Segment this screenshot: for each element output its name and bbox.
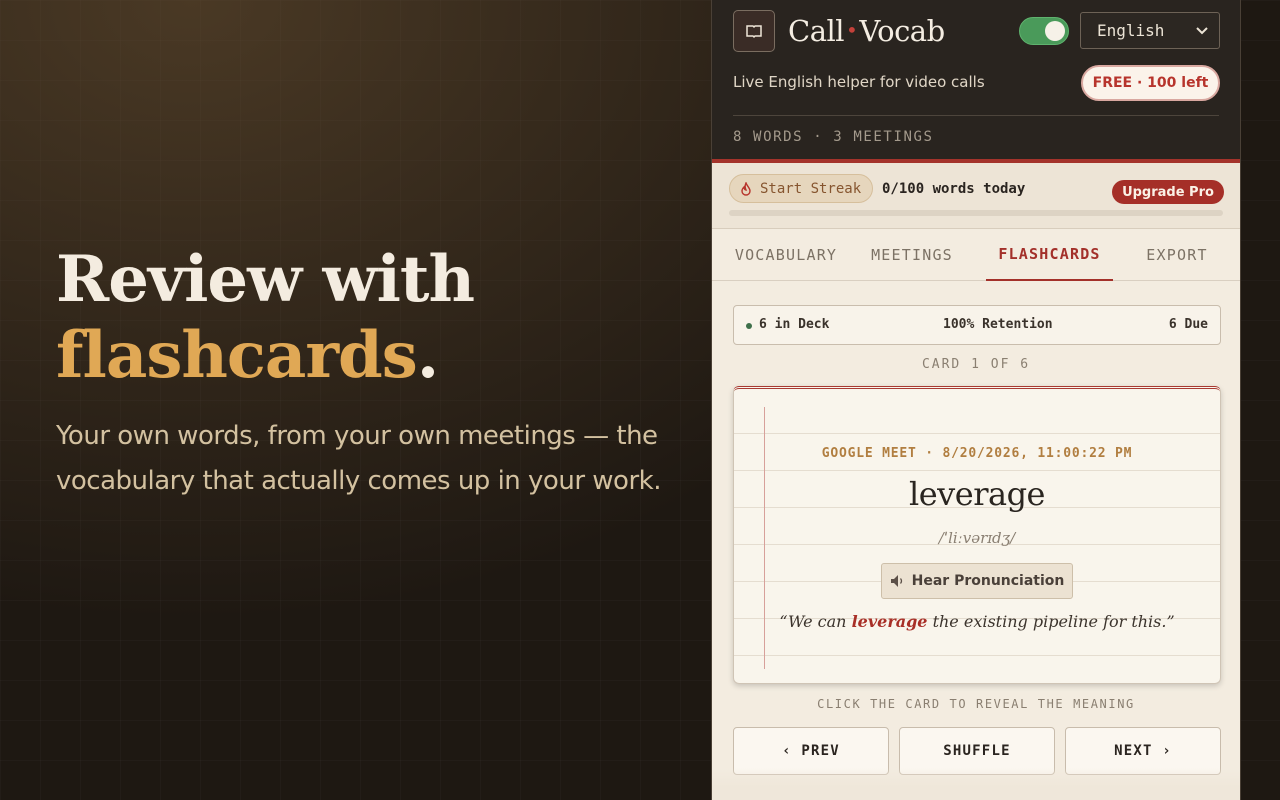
toggle-knob [1045, 21, 1065, 41]
deck-count: 6 in Deck [759, 317, 830, 332]
daily-progress-bar [729, 210, 1223, 216]
stats-line: 8 WORDS · 3 MEETINGS [733, 129, 934, 145]
card-counter: CARD 1 OF 6 [921, 357, 1031, 372]
enable-toggle[interactable] [1019, 17, 1069, 45]
reveal-hint: CLICK THE CARD TO REVEAL THE MEANING [817, 697, 1135, 711]
deck-status-dot [746, 323, 752, 329]
flashcard[interactable]: GOOGLE MEET · 8/20/2026, 11:00:22 PM lev… [733, 386, 1221, 684]
example-before: “We can [779, 612, 852, 631]
streak-bar: Start Streak 0/100 words today Upgrade P… [712, 163, 1240, 229]
brand-separator: • [846, 18, 858, 42]
hero-subtitle: Your own words, from your own meetings —… [56, 421, 661, 496]
start-streak-button[interactable]: Start Streak [729, 174, 874, 203]
header-divider [733, 115, 1219, 116]
brand-name-left: Call [788, 14, 845, 48]
tagline: Live English helper for video calls [733, 73, 985, 91]
brand-name-right: Vocab [859, 14, 945, 48]
example-highlight: leverage [851, 612, 928, 631]
chevron-down-icon [1196, 27, 1208, 35]
card-example-sentence: “We can leverage the existing pipeline f… [734, 612, 1220, 631]
streak-label: Start Streak [760, 180, 862, 197]
hero-section: Review with flashcards. Your own words, … [56, 242, 676, 504]
tab-flashcards[interactable]: FLASHCARDS [986, 229, 1113, 281]
language-select[interactable]: English [1080, 12, 1220, 49]
words-today: 0/100 words today [882, 181, 1026, 197]
panel-header: Call •Vocab English Live English helper f… [712, 0, 1240, 163]
upgrade-pro-button[interactable]: Upgrade Pro [1112, 180, 1224, 204]
tab-vocabulary[interactable]: VOCABULARY [722, 229, 850, 281]
hear-pronunciation-label: Hear Pronunciation [911, 573, 1065, 589]
hero-title-accent: flashcards [56, 318, 418, 393]
hero-title-dot: . [416, 318, 439, 393]
panel-bottom-fade [712, 768, 1240, 800]
brand-name: Call •Vocab [788, 14, 945, 48]
book-icon [733, 10, 775, 52]
free-plan-badge[interactable]: FREE · 100 left [1081, 65, 1220, 101]
card-source-meta: GOOGLE MEET · 8/20/2026, 11:00:22 PM [821, 446, 1133, 461]
speaker-icon [890, 575, 902, 587]
flame-icon [741, 181, 751, 196]
deck-stats: 6 in Deck 100% Retention 6 Due [733, 305, 1221, 345]
language-value: English [1097, 21, 1165, 40]
hero-title: Review with flashcards. [56, 242, 676, 394]
retention-stat: 100% Retention [943, 317, 1053, 332]
due-count: 6 Due [1168, 317, 1208, 332]
tab-bar: VOCABULARY MEETINGS FLASHCARDS EXPORT [712, 229, 1240, 281]
card-pronunciation-ipa: /ˈliːvərɪdʒ/ [938, 529, 1016, 547]
card-word: leverage [909, 475, 1045, 513]
example-after: the existing pipeline for this.” [927, 612, 1175, 631]
hero-title-line1: Review with [56, 242, 475, 317]
tab-meetings[interactable]: MEETINGS [850, 229, 974, 281]
extension-panel: Call •Vocab English Live English helper f… [711, 0, 1241, 800]
hear-pronunciation-button[interactable]: Hear Pronunciation [881, 563, 1073, 599]
tab-export[interactable]: EXPORT [1113, 229, 1240, 281]
